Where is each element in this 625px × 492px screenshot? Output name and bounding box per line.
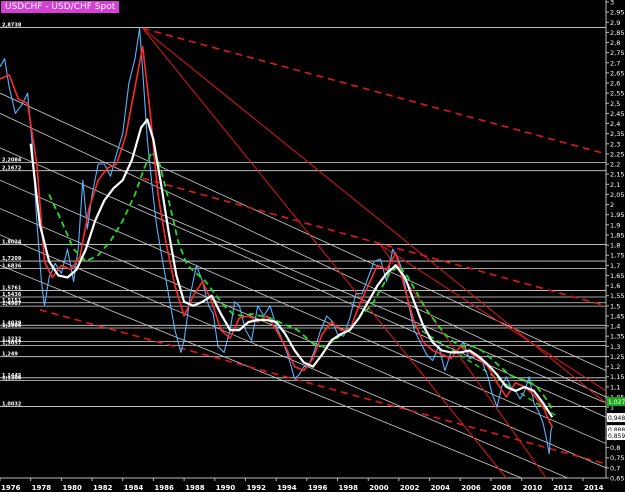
x-tick-label: 1986	[154, 484, 174, 492]
x-tick-label: 1992	[246, 484, 266, 492]
y-tick-label: 2,4	[610, 120, 620, 128]
y-tick-label: 2,25	[610, 150, 624, 158]
y-tick-label: 2,5	[610, 100, 620, 108]
y-tick-label: 1,15	[610, 373, 624, 381]
y-tick-label: 1,25	[610, 353, 624, 361]
y-tick-label: 0,7	[610, 464, 620, 472]
x-tick-label: 1998	[339, 484, 359, 492]
x-tick-label: 1994	[277, 484, 297, 492]
x-tick-label: 2006	[461, 484, 481, 492]
price-box-label: 0,9484	[608, 415, 625, 422]
y-tick-label: 2,85	[610, 29, 624, 37]
y-tick-label: 2,1	[610, 181, 620, 189]
x-tick-label: 2000	[369, 484, 389, 492]
x-tick-label: 1980	[62, 484, 82, 492]
y-tick-label: 2,3	[610, 140, 620, 148]
x-tick-label: 1982	[93, 484, 113, 492]
y-tick-label: 1,6	[610, 282, 620, 290]
price-box-label: 0,8599	[608, 433, 625, 440]
y-tick-label: 0,65	[610, 475, 624, 483]
price-box-label: 1,0272	[608, 399, 625, 406]
chart-canvas: 3 2,95 2,9 2,85 2,8 2,75 2,7 2,65 2,6 2,55 2,5 2,45…	[0, 0, 625, 492]
x-tick-label: 1988	[185, 484, 205, 492]
y-tick-label: 0,8	[610, 444, 620, 452]
x-tick-label: 1976	[1, 484, 21, 492]
horizontal-level-label: 2,2084	[2, 157, 22, 163]
y-tick-label: 2,05	[610, 191, 624, 199]
y-tick-label: 2,6	[610, 80, 620, 88]
y-tick-label: 1,4	[610, 323, 620, 331]
chart-area: 3 2,95 2,9 2,85 2,8 2,75 2,7 2,65 2,6 2,55 2,5 2,45…	[0, 0, 625, 492]
x-tick-label: 1990	[216, 484, 236, 492]
y-tick-label: 1,9	[610, 221, 620, 229]
y-tick-label: 2,75	[610, 49, 624, 57]
x-tick-label: 2014	[584, 484, 604, 492]
y-tick-label: 1,65	[610, 272, 624, 280]
x-tick-label: 2010	[523, 484, 543, 492]
y-tick-label: 1,1	[610, 383, 620, 391]
y-tick-label: 0,75	[610, 454, 624, 462]
horizontal-level-label: 1,3037	[2, 341, 22, 347]
y-tick-label: 1,3	[610, 343, 620, 351]
horizontal-level-label: 1,249	[2, 352, 18, 358]
horizontal-level-label: 1,3906	[2, 323, 22, 329]
horizontal-level-label: 1,5761	[2, 285, 22, 291]
y-tick-label: 1,2	[610, 363, 620, 371]
x-tick-label: 2008	[492, 484, 512, 492]
horizontal-level-label: 1,6836	[2, 264, 22, 270]
x-tick-label: 2012	[553, 484, 573, 492]
y-tick-label: 2,8	[610, 39, 620, 47]
x-tick-label: 1978	[32, 484, 52, 492]
y-tick-label: 1,35	[610, 333, 624, 341]
y-tick-label: 1,5	[610, 302, 620, 310]
y-tick-label: 2,15	[610, 171, 624, 179]
chart-title: USDCHF - USD/CHF Spot	[1, 1, 120, 13]
chart-background	[0, 0, 625, 492]
y-tick-label: 2,55	[610, 90, 624, 98]
y-tick-label: 2	[610, 201, 614, 209]
y-tick-label: 2,7	[610, 59, 620, 67]
y-tick-label: 1,7	[610, 262, 620, 270]
price-boxes: 1,02720,94840,88860,8599	[607, 397, 625, 440]
y-tick-label: 2,35	[610, 130, 624, 138]
y-tick-label: 1,95	[610, 211, 624, 219]
horizontal-level-label: 2,1672	[2, 166, 22, 172]
y-tick-label: 1,55	[610, 292, 624, 300]
x-tick-label: 2002	[400, 484, 420, 492]
horizontal-level-label: 1,7209	[2, 256, 22, 262]
horizontal-level-label: 2,8738	[2, 23, 22, 29]
y-tick-label: 2,2	[610, 161, 620, 169]
horizontal-level-label: 1,1306	[2, 376, 22, 382]
x-tick-label: 1996	[308, 484, 328, 492]
y-tick-label: 1,85	[610, 231, 624, 239]
y-tick-label: 2,45	[610, 110, 624, 118]
x-tick-label: 2004	[431, 484, 451, 492]
y-tick-label: 3	[610, 0, 614, 7]
horizontal-level-label: 1,0032	[2, 401, 22, 407]
y-tick-label: 1,8	[610, 242, 620, 250]
y-tick-label: 2,95	[610, 9, 624, 17]
x-tick-label: 1984	[124, 484, 144, 492]
horizontal-level-label: 1,4987	[2, 301, 22, 307]
y-tick-label: 2,9	[610, 19, 620, 27]
y-tick-label: 1,75	[610, 252, 624, 260]
y-tick-label: 1,45	[610, 312, 624, 320]
y-tick-label: 2,65	[610, 69, 624, 77]
